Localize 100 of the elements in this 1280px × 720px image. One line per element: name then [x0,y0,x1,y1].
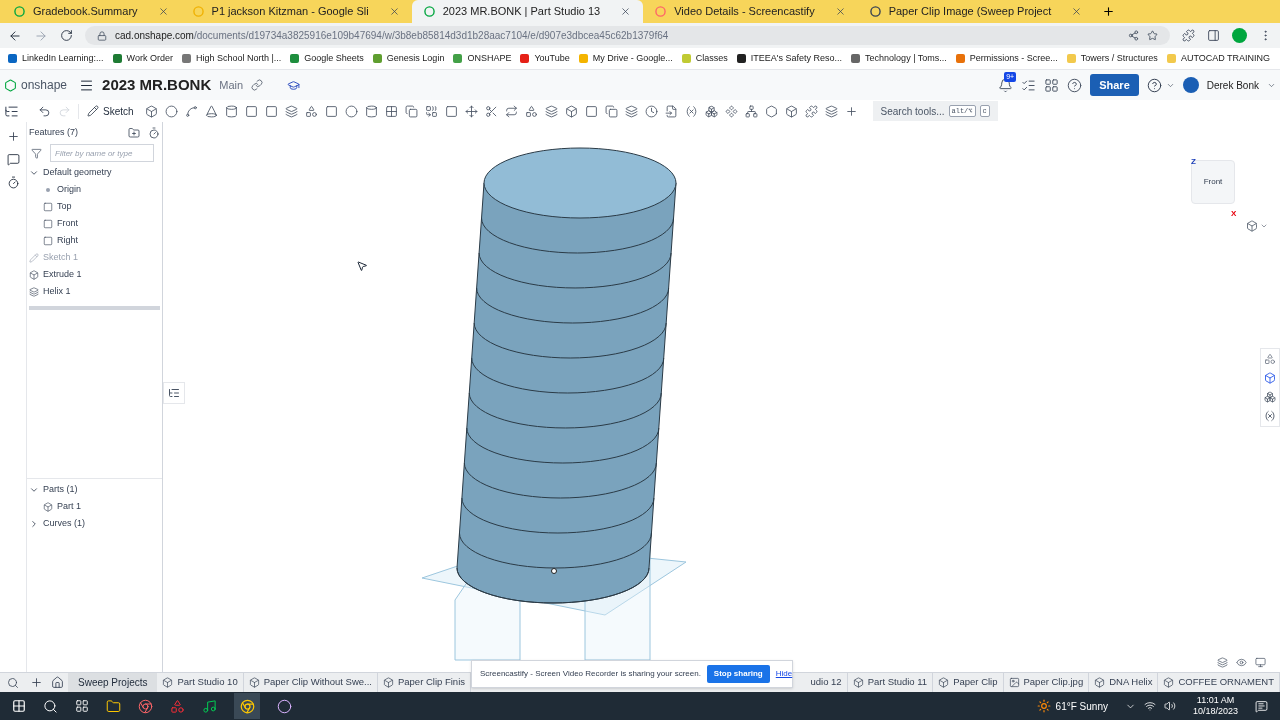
filter-field[interactable]: Filter by name or type [50,144,154,162]
help-icon[interactable] [1146,77,1162,93]
caret-icon[interactable] [1260,222,1268,230]
variable-icon[interactable] [684,104,698,118]
bookmark-link[interactable]: High School North |... [181,51,282,66]
bookmark-link[interactable]: Genesis Login [372,51,445,66]
part-item[interactable]: Part 1 [27,498,162,515]
stop-sharing-button[interactable]: Stop sharing [706,665,770,683]
box-icon[interactable] [144,104,158,118]
chrome-icon[interactable] [138,698,153,714]
transform-icon[interactable] [464,104,478,118]
feature-item[interactable]: Extrude 1 [27,266,162,283]
bookmark-link[interactable]: Work Order [112,51,173,66]
panel-toggle-button[interactable] [163,382,185,404]
search-icon[interactable] [43,698,58,714]
user-name[interactable]: Derek Bonk [1206,77,1259,93]
user-avatar[interactable] [1182,77,1199,93]
bookmark-link[interactable]: AUTOCAD TRAINING [1166,51,1271,66]
layers-icon[interactable] [1217,657,1228,668]
view-cube-icon[interactable] [1246,220,1258,232]
windows-icon[interactable] [12,699,26,713]
cylinder-icon[interactable] [364,104,378,118]
bookmark-link[interactable]: ONSHAPE [453,51,512,66]
bookmark-link[interactable]: ITEEA's Safety Reso... [736,51,843,66]
expand-icon[interactable] [29,518,39,529]
cylinder-icon[interactable] [224,104,238,118]
bookmark-link[interactable]: Google Sheets [290,51,364,66]
browser-tab[interactable]: Gradebook.Summary [2,0,181,23]
clock-icon[interactable] [644,104,658,118]
apps-icon[interactable] [1044,77,1060,93]
link-icon[interactable] [251,79,264,91]
share-button[interactable]: Share [1090,74,1139,96]
volume-icon[interactable] [1163,700,1176,712]
close-icon[interactable] [388,6,400,17]
plugin-icon[interactable] [804,104,818,118]
music-icon[interactable] [202,698,217,714]
browser-tab[interactable]: 2023 MR.BONK | Part Studio 13 [411,0,644,23]
feature-item[interactable]: Right [27,232,162,249]
folder-tab[interactable]: Sweep Projects [68,673,158,692]
display-icon[interactable] [1255,657,1266,668]
feature-item[interactable]: Default geometry [27,164,162,181]
sketch-button[interactable]: Sketch [78,103,138,119]
task-view-icon[interactable] [75,699,89,713]
feature-item[interactable]: Helix 1 [27,283,162,300]
close-icon[interactable] [620,6,632,17]
bookmark-link[interactable]: YouTube [520,51,570,66]
weather-text[interactable]: 61°F Sunny [1055,698,1108,714]
checklist-icon[interactable] [1021,77,1037,93]
logo-icon[interactable] [4,78,17,92]
filter-icon[interactable] [31,147,42,159]
bookmark-link[interactable]: Permissions - Scree... [955,51,1058,66]
close-icon[interactable] [834,6,846,17]
file-explorer-icon[interactable] [106,698,121,714]
profile-avatar[interactable] [1232,28,1247,43]
active-app-icon[interactable] [234,693,260,719]
browser-tab[interactable]: Paper Clip Image (Sweep Project [857,0,1095,23]
feature-item[interactable]: Front [27,215,162,232]
back-icon[interactable] [8,28,22,43]
add-folder-icon[interactable] [128,127,140,139]
import-icon[interactable] [664,104,678,118]
parts-group[interactable]: Parts (1) [27,481,162,498]
app-icon[interactable] [170,698,185,714]
feature-item[interactable]: Top [27,198,162,215]
add-tab-icon[interactable] [30,676,43,689]
close-icon[interactable] [1071,6,1083,17]
variables-icon[interactable] [1264,410,1276,422]
parts-group[interactable]: Curves (1) [27,515,162,532]
bookmark-link[interactable]: Technology | Toms... [851,51,947,66]
clock-time[interactable]: 11:01 AM [1196,695,1235,706]
comment-icon[interactable] [6,153,20,166]
insert-icon[interactable] [6,130,20,143]
add-icon[interactable] [844,104,858,118]
view-icon[interactable] [1236,657,1247,668]
pattern-icon[interactable] [384,104,398,118]
side-panel-icon[interactable] [1207,29,1220,42]
bookmark-link[interactable]: My Drive - Google... [578,51,673,66]
sweep-icon[interactable] [184,104,198,118]
bookmark-link[interactable]: LinkedIn Learning:... [8,51,104,66]
network-icon[interactable] [744,104,758,118]
close-icon[interactable] [157,6,169,17]
browser-tab[interactable]: P1 jackson Kitzman - Google Sli [180,0,412,23]
feature-list-icon[interactable] [4,103,19,119]
network-icon[interactable] [1143,700,1156,712]
graduation-cap-icon[interactable] [287,78,301,92]
bookmark-link[interactable]: Classes [681,51,728,66]
loft-icon[interactable] [204,104,218,118]
extensions-icon[interactable] [1182,29,1195,42]
bookmark-link[interactable]: Towers / Structures [1066,51,1158,66]
reload-icon[interactable] [60,29,73,42]
menu-icon[interactable] [79,77,95,93]
bookmark-star-icon[interactable] [1147,30,1158,41]
notification-icon[interactable] [998,77,1014,93]
notifications-icon[interactable] [1255,699,1268,713]
share-icon[interactable] [1128,30,1139,41]
home-icon[interactable] [51,676,64,689]
undo-icon[interactable] [38,104,51,118]
feature-item[interactable]: Origin [27,181,162,198]
boxes-icon[interactable] [704,104,718,118]
browser-tab[interactable]: Video Details - Screencastify [643,0,858,23]
url-field[interactable]: cad.onshape.com/documents/d19734a3825916e109b47694/w/3b8eb85814d3d1b28aac7104/e/d907e3dbcea45c62b1379f64 [85,26,1170,45]
